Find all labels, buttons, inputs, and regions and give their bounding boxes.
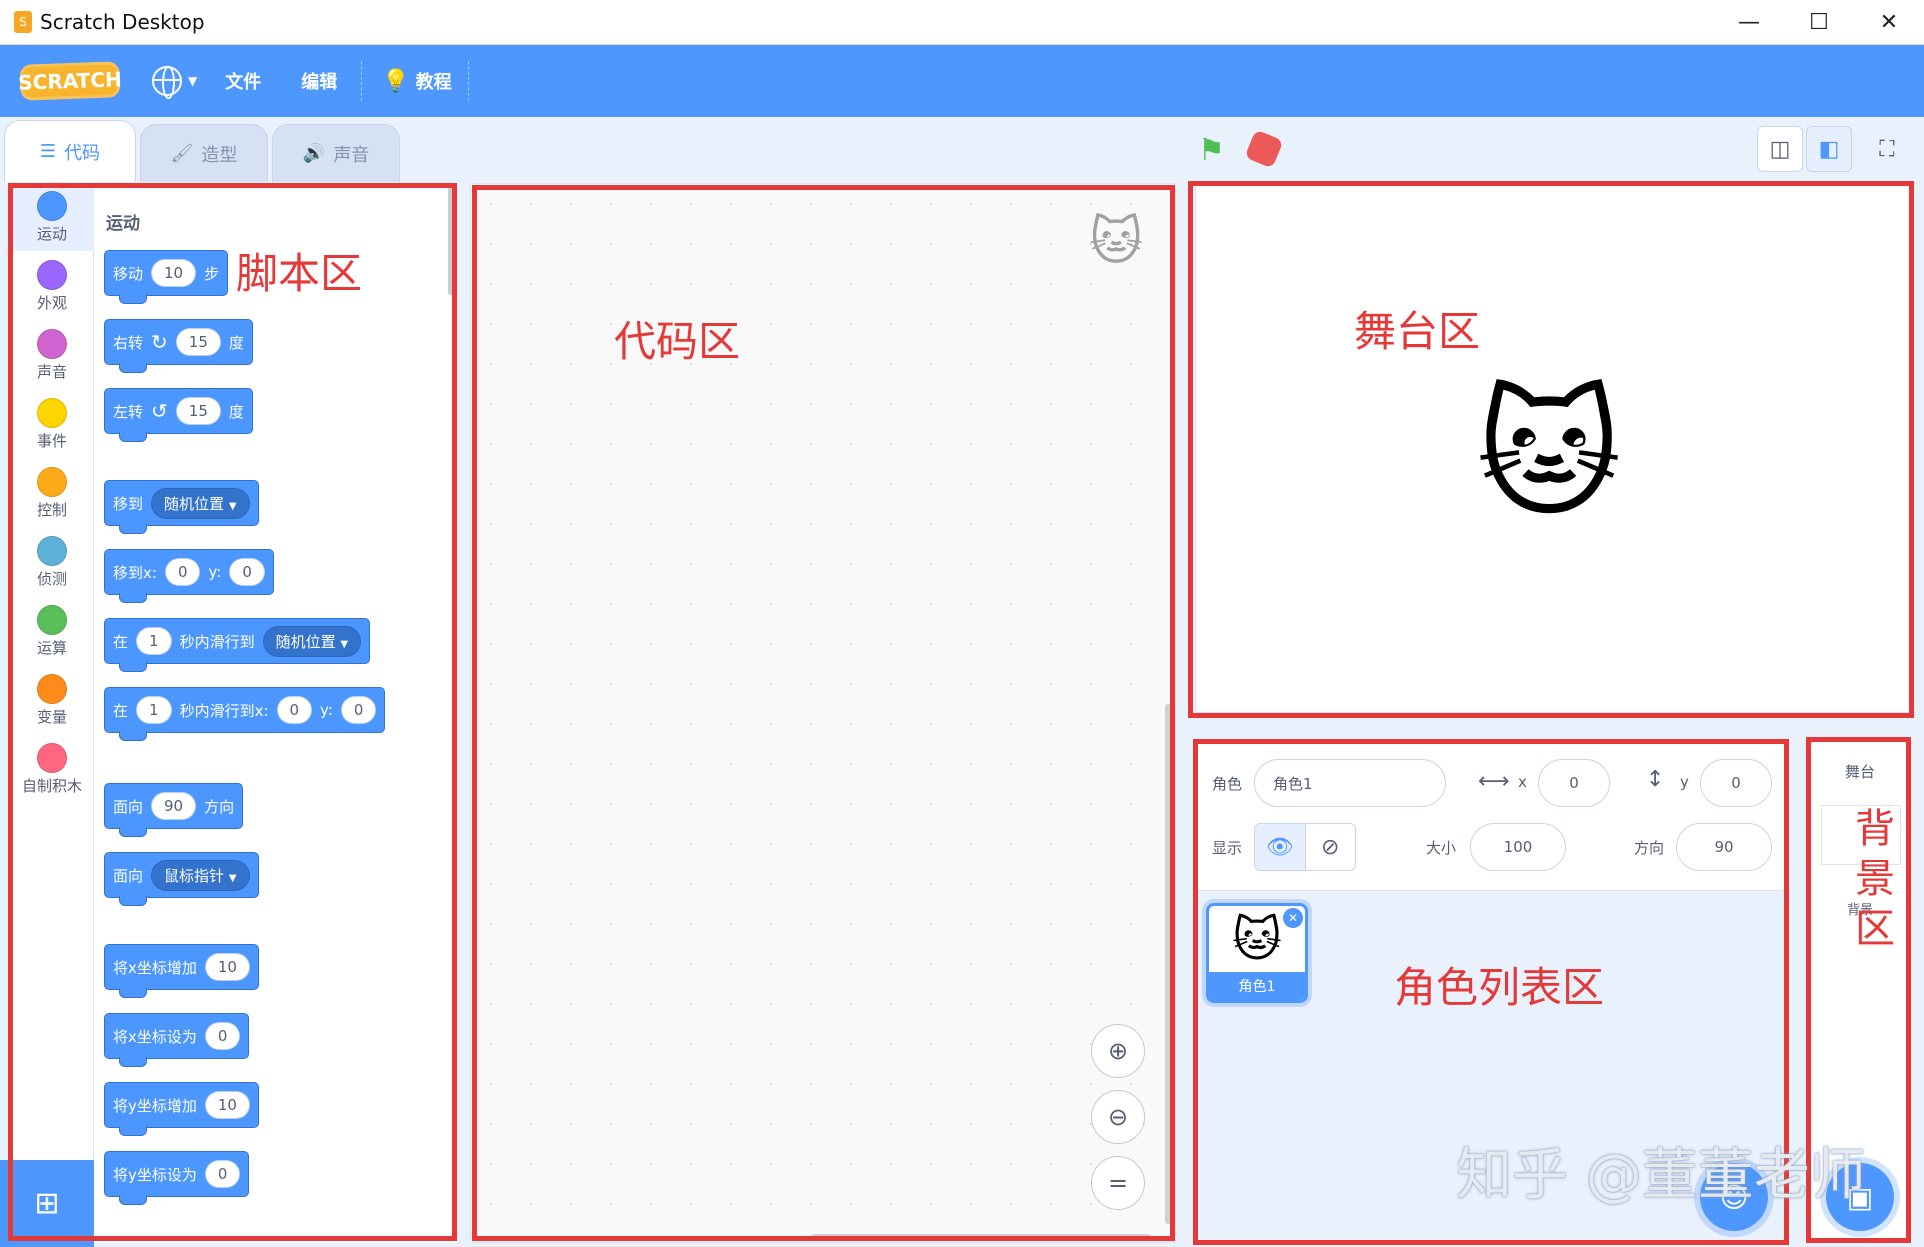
app-icon: S (14, 11, 32, 33)
annotation-label-script: 脚本区 (236, 249, 363, 298)
tutorials-menu[interactable]: 💡 教程 (382, 68, 451, 94)
edit-menu[interactable]: 编辑 (301, 68, 337, 94)
tab-label: 声音 (333, 144, 370, 166)
tab-code[interactable]: ☰ 代码 (4, 120, 136, 182)
code-icon: ☰ (39, 141, 57, 162)
menu-divider (467, 61, 469, 101)
window-controls: — ☐ ✕ (1714, 0, 1924, 45)
close-button[interactable]: ✕ (1854, 0, 1924, 45)
tab-label: 代码 (64, 142, 101, 164)
watermark: 知乎 @董董老师 (1456, 1143, 1866, 1208)
caret-down-icon: ▼ (188, 74, 198, 88)
tab-sounds[interactable]: 🔊 声音 (272, 124, 400, 182)
annotation-label-sprite-list: 角色列表区 (1394, 963, 1605, 1012)
fullscreen-button[interactable]: ⛶ (1864, 126, 1910, 172)
window-titlebar: S Scratch Desktop — ☐ ✕ (0, 0, 1924, 45)
annotation-label-stage: 舞台区 (1354, 307, 1481, 356)
menu-bar: SCRATCH ▼ 文件 编辑 💡 教程 (0, 45, 1924, 117)
lightbulb-icon: 💡 (382, 68, 410, 94)
small-stage-button[interactable]: ◫ (1757, 126, 1803, 172)
brush-icon: 🖌 (170, 143, 194, 164)
large-stage-icon: ◧ (1818, 136, 1840, 162)
large-stage-button[interactable]: ◧ (1806, 126, 1852, 172)
speaker-icon: 🔊 (302, 143, 326, 164)
scratch-logo[interactable]: SCRATCH (18, 61, 122, 101)
fullscreen-icon: ⛶ (1879, 136, 1895, 162)
menu-divider (361, 61, 363, 101)
maximize-button[interactable]: ☐ (1784, 0, 1854, 45)
annotation-label-backdrop: 背景区 (1855, 806, 1895, 952)
annotation-box-script (8, 183, 457, 1241)
language-menu[interactable]: ▼ (152, 66, 198, 99)
minimize-button[interactable]: — (1714, 0, 1784, 45)
tab-costumes[interactable]: 🖌 造型 (140, 124, 268, 182)
tutorials-label: 教程 (415, 72, 452, 93)
globe-icon (152, 66, 182, 99)
small-stage-icon: ◫ (1769, 136, 1791, 162)
annotation-box-code (472, 185, 1175, 1241)
stop-icon[interactable] (1244, 129, 1284, 169)
tab-label: 造型 (201, 144, 238, 166)
annotation-box-stage (1188, 181, 1914, 718)
green-flag-icon[interactable]: ⚑ (1198, 133, 1225, 168)
window-title: Scratch Desktop (40, 10, 205, 34)
annotation-label-code: 代码区 (614, 317, 741, 366)
file-menu[interactable]: 文件 (225, 68, 261, 94)
editor-tabs: ☰ 代码 🖌 造型 🔊 声音 (0, 120, 400, 184)
